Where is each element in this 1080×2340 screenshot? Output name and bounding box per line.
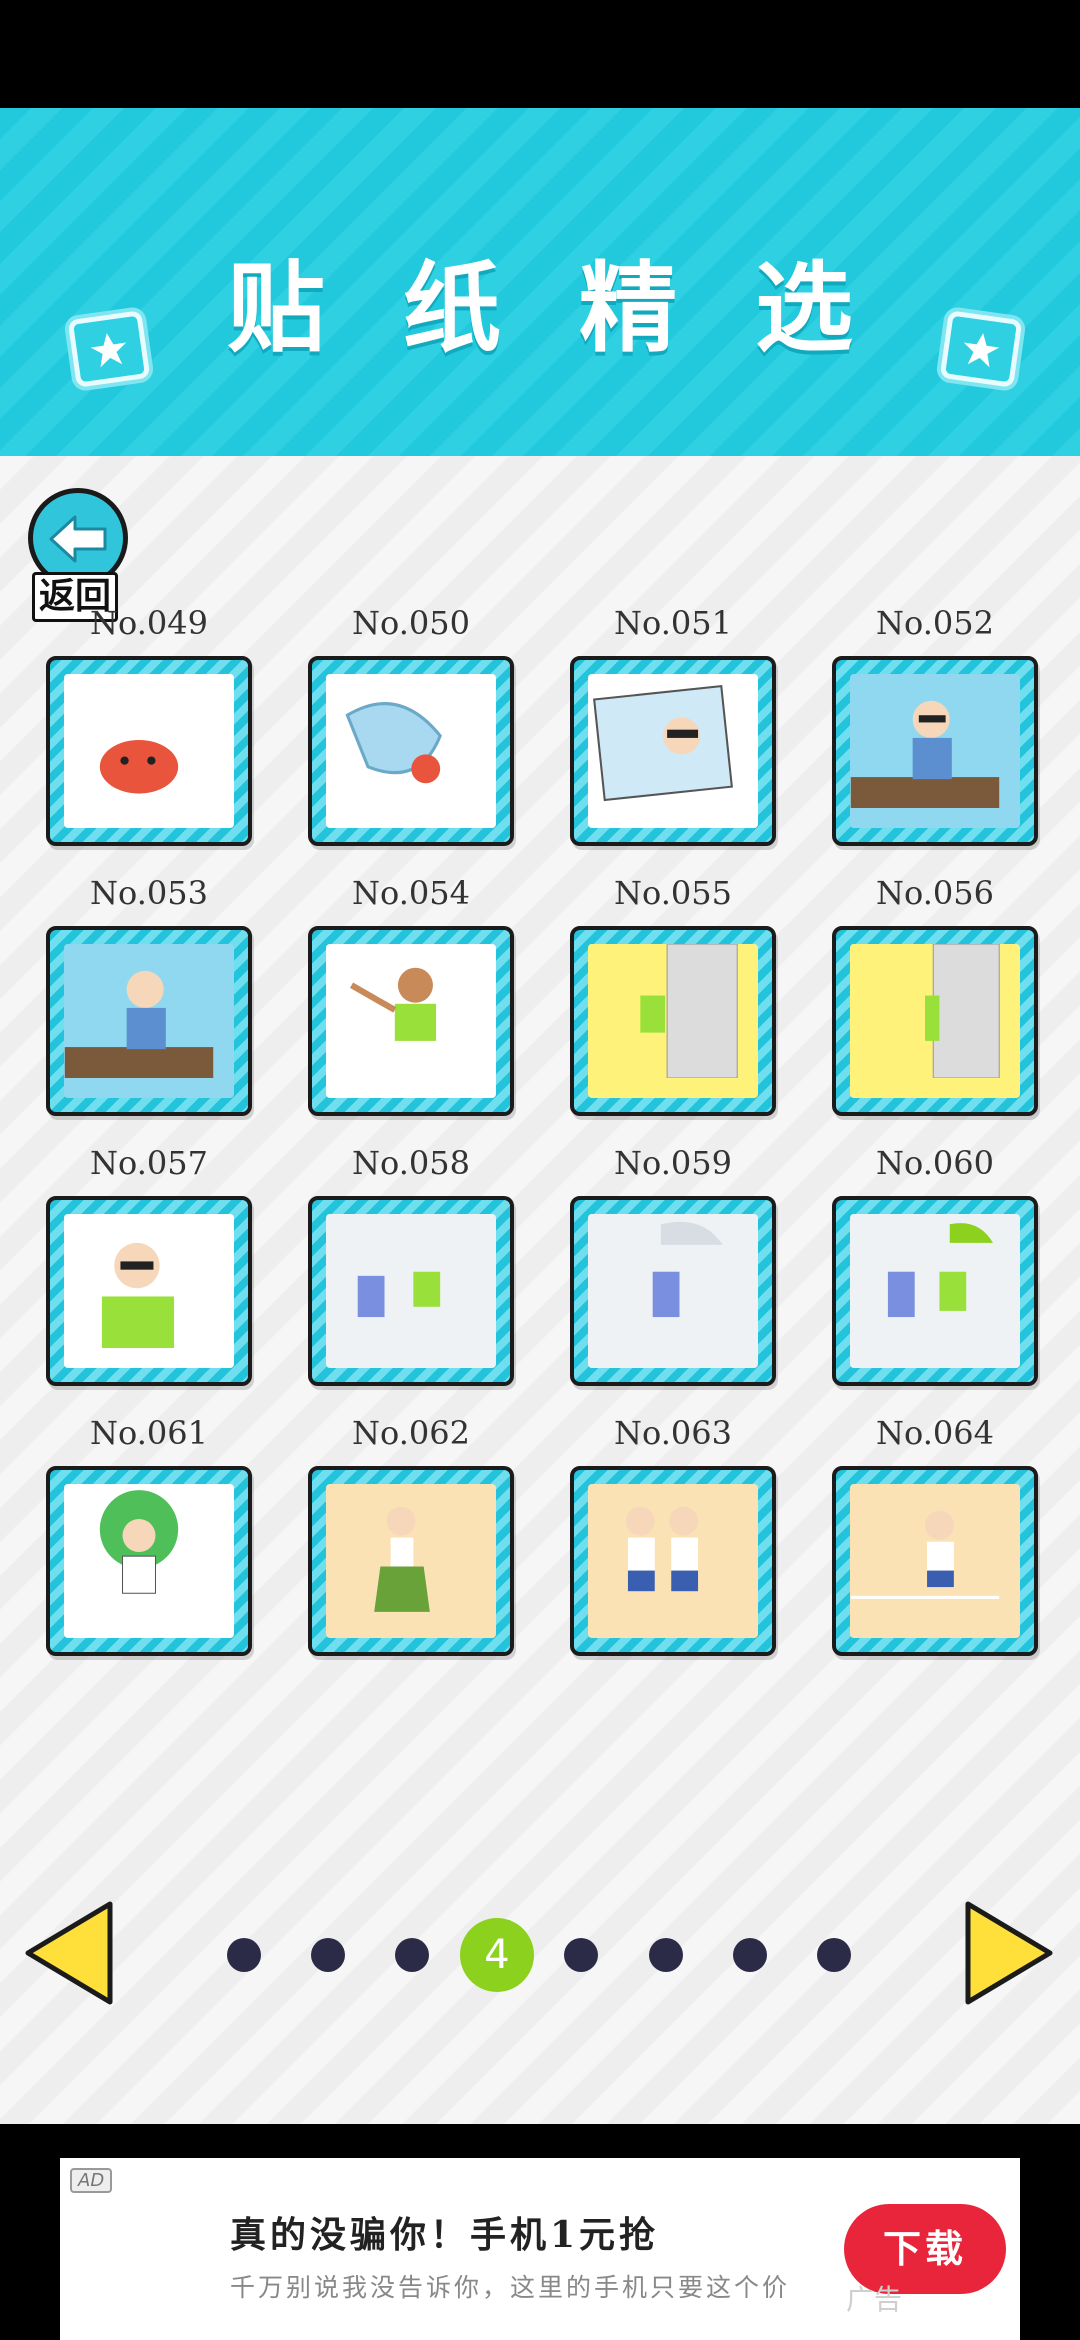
- sticker-image: [850, 674, 1020, 828]
- sticker-label: No.062: [352, 1414, 470, 1452]
- sticker-image: [588, 944, 758, 1098]
- sticker-label: No.061: [90, 1414, 208, 1452]
- page-dot[interactable]: [649, 1938, 683, 1972]
- sticker-label: No.051: [614, 604, 732, 642]
- sticker-image: [588, 1214, 758, 1368]
- page-dot[interactable]: [733, 1938, 767, 1972]
- sticker-card[interactable]: [832, 1196, 1038, 1386]
- sticker-label: No.050: [352, 604, 470, 642]
- sticker-card[interactable]: [308, 1196, 514, 1386]
- sticker-card[interactable]: [832, 926, 1038, 1116]
- sticker-image: [326, 944, 496, 1098]
- sticker-label: No.053: [90, 874, 208, 912]
- sticker-image: [850, 944, 1020, 1098]
- sticker-label: No.064: [876, 1414, 994, 1452]
- ad-watermark: 广告: [846, 2283, 903, 2316]
- previous-page-button[interactable]: [22, 1898, 118, 2012]
- page-dot[interactable]: [395, 1938, 429, 1972]
- sticker-label: No.055: [614, 874, 732, 912]
- page-dot[interactable]: [564, 1938, 598, 1972]
- sticker-image: [588, 1484, 758, 1638]
- page-dot[interactable]: [311, 1938, 345, 1972]
- sticker-image: [326, 674, 496, 828]
- status-bar: [0, 0, 1080, 108]
- back-button[interactable]: 返回: [28, 488, 136, 622]
- sticker-label: No.059: [614, 1144, 732, 1182]
- sticker-card[interactable]: [570, 1466, 776, 1656]
- page-dot-active[interactable]: 4: [460, 1918, 534, 1992]
- sticker-image: [326, 1214, 496, 1368]
- sticker-card[interactable]: [46, 926, 252, 1116]
- sticker-label: No.049: [90, 604, 208, 642]
- sticker-image: [588, 674, 758, 828]
- ad-badge: AD: [70, 2168, 113, 2193]
- sticker-card[interactable]: [308, 926, 514, 1116]
- sticker-card[interactable]: [308, 656, 514, 846]
- sticker-label: No.058: [352, 1144, 470, 1182]
- ad-title: 真的没骗你！手机1元抢: [230, 2214, 660, 2256]
- left-triangle-icon: [25, 1901, 113, 2005]
- sticker-image: [326, 1484, 496, 1638]
- sticker-image: [850, 1214, 1020, 1368]
- page-title: 贴纸精选: [226, 252, 931, 366]
- sticker-label: No.056: [876, 874, 994, 912]
- page-dot[interactable]: [227, 1938, 261, 1972]
- right-triangle-icon: [965, 1901, 1053, 2005]
- page-dot[interactable]: [817, 1938, 851, 1972]
- next-page-button[interactable]: [960, 1898, 1056, 2012]
- sticker-card[interactable]: [570, 926, 776, 1116]
- sticker-label: No.060: [876, 1144, 994, 1182]
- sticker-card[interactable]: [832, 1466, 1038, 1656]
- sticker-card[interactable]: [46, 656, 252, 846]
- sticker-card[interactable]: [46, 1466, 252, 1656]
- sticker-card[interactable]: [308, 1466, 514, 1656]
- sticker-card[interactable]: [570, 656, 776, 846]
- sticker-image: [64, 1214, 234, 1368]
- sticker-label: No.057: [90, 1144, 208, 1182]
- sticker-card[interactable]: [832, 656, 1038, 846]
- sticker-card[interactable]: [46, 1196, 252, 1386]
- ad-subtitle: 千万别说我没告诉你，这里的手机只要这个价: [230, 2273, 791, 2302]
- sticker-image: [64, 944, 234, 1098]
- sticker-image: [64, 1484, 234, 1638]
- sticker-label: No.052: [876, 604, 994, 642]
- sticker-label: No.054: [352, 874, 470, 912]
- sticker-image: [850, 1484, 1020, 1638]
- sticker-card[interactable]: [570, 1196, 776, 1386]
- sticker-label: No.063: [614, 1414, 732, 1452]
- sticker-image: [64, 674, 234, 828]
